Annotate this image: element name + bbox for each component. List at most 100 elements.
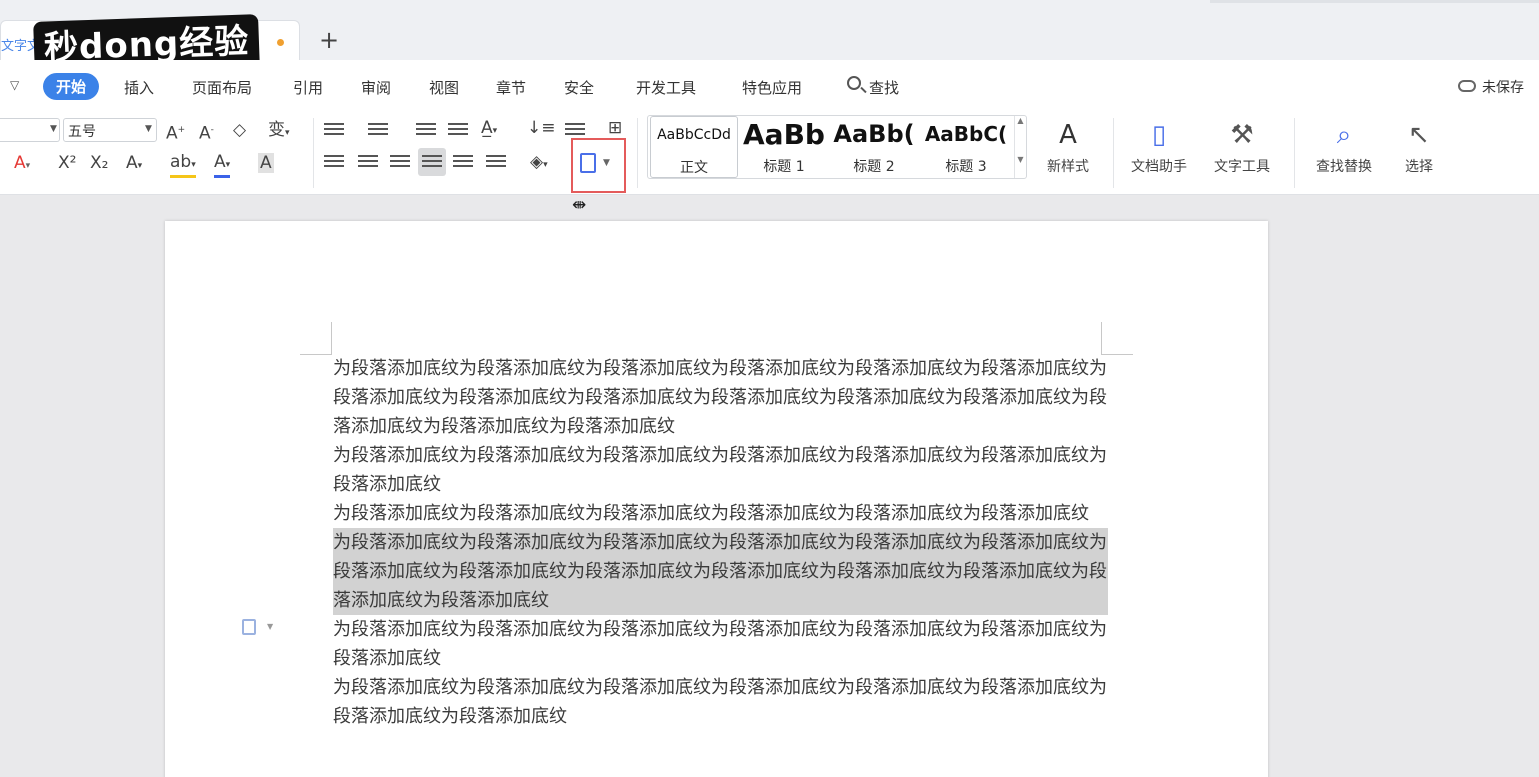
paragraph[interactable]: 为段落添加底纹为段落添加底纹为段落添加底纹为段落添加底纹为段落添加底纹为段落添加… xyxy=(333,354,1108,441)
menu-view[interactable]: 视图 xyxy=(429,77,459,98)
top-strip xyxy=(1210,0,1539,3)
styles-scrollbar[interactable]: ▲ ▼ xyxy=(1014,116,1026,178)
magnifier-icon: ⌕ xyxy=(1336,120,1352,150)
find-replace-button[interactable]: ⌕ 查找替换 xyxy=(1304,118,1384,176)
decrease-indent-icon[interactable] xyxy=(416,123,436,137)
menu-review[interactable]: 审阅 xyxy=(361,77,391,98)
align-center-icon[interactable] xyxy=(358,155,378,169)
borders-caret-icon[interactable]: ▼ xyxy=(603,158,610,168)
font-color-icon[interactable]: A▾ xyxy=(214,152,231,178)
quick-access-caret-icon[interactable]: ▽ xyxy=(10,78,19,92)
menu-find[interactable]: 查找 xyxy=(869,77,899,98)
select-button[interactable]: ↖ 选择 xyxy=(1394,118,1444,176)
unsaved-dot-icon xyxy=(277,39,284,46)
borders-button[interactable]: ▼ xyxy=(571,138,626,193)
new-style-label: 新样式 xyxy=(1047,159,1089,175)
justify-icon xyxy=(422,155,442,169)
ribbon-separator xyxy=(1113,118,1114,188)
menu-page-layout[interactable]: 页面布局 xyxy=(192,77,252,98)
shrink-font-icon[interactable]: A- xyxy=(199,120,214,144)
distributed-icon[interactable] xyxy=(453,155,473,169)
strikethrough-font-icon[interactable]: A▾ xyxy=(14,153,30,176)
style-normal[interactable]: AaBbCcDd 正文 xyxy=(650,116,738,178)
ribbon-separator xyxy=(637,118,638,188)
paragraph-layout-caret-icon[interactable]: ▼ xyxy=(267,622,273,631)
paragraph[interactable]: 为段落添加底纹为段落添加底纹为段落添加底纹为段落添加底纹为段落添加底纹为段落添加… xyxy=(333,499,1108,528)
style-name: 正文 xyxy=(680,160,708,176)
document-body[interactable]: 为段落添加底纹为段落添加底纹为段落添加底纹为段落添加底纹为段落添加底纹为段落添加… xyxy=(333,354,1108,731)
style-preview: AaBb( xyxy=(833,120,915,148)
increase-indent-icon[interactable] xyxy=(448,123,468,137)
phonetic-guide-icon[interactable]: 变▾ xyxy=(268,120,290,143)
wrench-icon: ⚒ xyxy=(1230,120,1254,150)
shaded-paragraph[interactable]: 为段落添加底纹为段落添加底纹为段落添加底纹为段落添加底纹为段落添加底纹为段落添加… xyxy=(333,528,1108,615)
new-tab-button[interactable]: + xyxy=(319,26,339,54)
paragraph[interactable]: 为段落添加底纹为段落添加底纹为段落添加底纹为段落添加底纹为段落添加底纹为段落添加… xyxy=(333,673,1108,731)
text-tools-label: 文字工具 xyxy=(1214,159,1270,175)
select-label: 选择 xyxy=(1405,159,1433,175)
resize-cursor-icon: ⇼ xyxy=(572,195,587,215)
style-name: 标题 3 xyxy=(945,159,987,175)
style-heading-2[interactable]: AaBb( 标题 2 xyxy=(830,116,918,178)
menu-insert[interactable]: 插入 xyxy=(124,77,154,98)
menu-developer-tools[interactable]: 开发工具 xyxy=(636,77,696,98)
bullets-icon[interactable] xyxy=(324,123,344,137)
styles-gallery: AaBbCcDd 正文 AaBb 标题 1 AaBb( 标题 2 AaBbC( … xyxy=(647,115,1027,179)
show-marks-icon[interactable] xyxy=(565,123,585,137)
menu-chapter[interactable]: 章节 xyxy=(496,77,526,98)
style-preview: AaBb xyxy=(743,118,825,151)
menu-bar: ▽ 开始 插入 页面布局 引用 审阅 视图 章节 安全 开发工具 特色应用 查找 xyxy=(0,60,1539,110)
justify-button[interactable] xyxy=(418,148,446,176)
font-size-caret-icon[interactable]: ▼ xyxy=(145,124,152,134)
border-icon xyxy=(580,153,596,173)
crop-mark xyxy=(1101,322,1102,354)
new-style-button[interactable]: A 新样式 xyxy=(1036,118,1100,176)
text-tools-button[interactable]: ⚒ 文字工具 xyxy=(1202,118,1282,176)
crop-mark xyxy=(331,322,332,354)
scroll-up-icon[interactable]: ▲ xyxy=(1015,116,1026,125)
style-heading-3[interactable]: AaBbC( 标题 3 xyxy=(920,116,1012,178)
font-size-select[interactable]: 五号 xyxy=(63,118,157,142)
doc-assistant-button[interactable]: ▯ 文档助手 xyxy=(1124,118,1194,176)
style-heading-1[interactable]: AaBb 标题 1 xyxy=(740,116,828,178)
menu-security[interactable]: 安全 xyxy=(564,77,594,98)
pointer-icon: ↖ xyxy=(1408,120,1430,150)
style-name: 标题 2 xyxy=(853,159,895,175)
subscript-icon[interactable]: X₂ xyxy=(90,153,108,173)
line-spacing-icon[interactable] xyxy=(486,155,506,169)
sort-icon[interactable]: ↓≡ xyxy=(527,118,556,138)
doc-assistant-icon: ▯ xyxy=(1151,120,1167,150)
grow-font-icon[interactable]: A+ xyxy=(166,120,185,144)
style-preview: AaBbCcDd xyxy=(657,127,731,143)
table-icon[interactable]: ⊞ xyxy=(608,118,622,138)
shading-paint-icon[interactable]: ◈▾ xyxy=(530,152,548,175)
new-style-icon: A xyxy=(1059,120,1077,150)
menu-start[interactable]: 开始 xyxy=(43,73,100,100)
chinese-layout-icon[interactable]: A̲▾ xyxy=(481,118,497,141)
find-replace-label: 查找替换 xyxy=(1316,159,1372,175)
menu-special-apps[interactable]: 特色应用 xyxy=(742,77,802,98)
highlight-color-icon[interactable]: ab▾ xyxy=(170,152,196,178)
text-effect-icon[interactable]: A▾ xyxy=(126,153,142,176)
style-preview: AaBbC( xyxy=(924,122,1008,146)
search-icon[interactable] xyxy=(847,76,861,90)
paragraph[interactable]: 为段落添加底纹为段落添加底纹为段落添加底纹为段落添加底纹为段落添加底纹为段落添加… xyxy=(333,615,1108,673)
ribbon-separator xyxy=(1294,118,1295,188)
align-left-icon[interactable] xyxy=(324,155,344,169)
char-shading-icon[interactable]: A xyxy=(258,153,274,173)
superscript-icon[interactable]: X² xyxy=(58,153,76,173)
numbering-icon[interactable] xyxy=(368,123,388,137)
paragraph-layout-icon[interactable] xyxy=(242,619,256,635)
unsaved-status[interactable]: 未保存 xyxy=(1482,77,1524,97)
font-name-caret-icon[interactable]: ▼ xyxy=(50,124,57,134)
ribbon-separator xyxy=(313,118,314,188)
align-right-icon[interactable] xyxy=(390,155,410,169)
clear-format-icon[interactable]: ◇ xyxy=(233,120,246,140)
scroll-more-icon[interactable]: ▼ xyxy=(1015,155,1026,164)
menu-references[interactable]: 引用 xyxy=(293,77,323,98)
doc-assistant-label: 文档助手 xyxy=(1131,159,1187,175)
font-size-value: 五号 xyxy=(68,124,96,140)
style-name: 标题 1 xyxy=(763,159,805,175)
paragraph[interactable]: 为段落添加底纹为段落添加底纹为段落添加底纹为段落添加底纹为段落添加底纹为段落添加… xyxy=(333,441,1108,499)
crop-mark xyxy=(300,354,332,355)
